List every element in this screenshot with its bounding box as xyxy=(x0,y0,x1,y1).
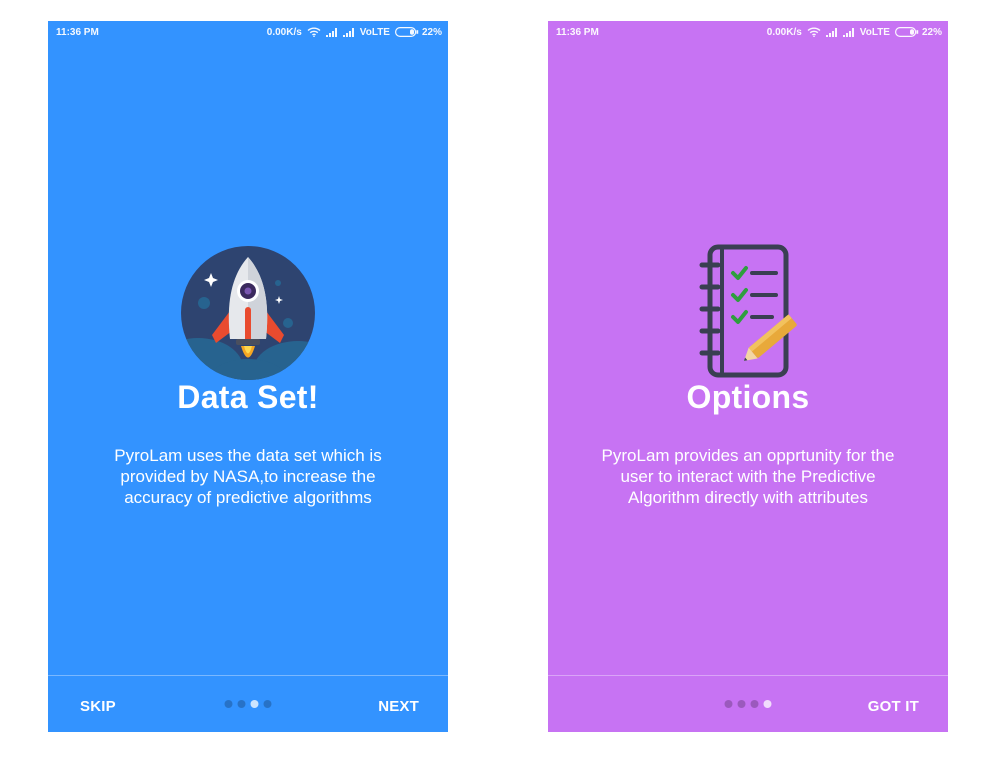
network-speed: 0.00K/s xyxy=(766,26,802,38)
slide-description: PyroLam uses the data set which is provi… xyxy=(114,446,382,507)
next-button[interactable]: NEXT xyxy=(378,698,419,715)
slide-title: Options xyxy=(686,379,810,415)
onboarding-screen-options: 11:36 PM 0.00K/s VoLTE 22% Options PyroL… xyxy=(548,21,948,732)
wifi-icon xyxy=(307,27,321,37)
page-dot-1[interactable] xyxy=(224,700,233,708)
signal-icon xyxy=(825,27,838,37)
bottom-navigation-bar: GOT IT xyxy=(548,676,948,732)
skip-button[interactable]: SKIP xyxy=(80,698,116,715)
status-bar: 11:36 PM 0.00K/s VoLTE 22% xyxy=(48,21,448,43)
got-it-button[interactable]: GOT IT xyxy=(868,698,919,715)
page-dot-2[interactable] xyxy=(737,700,746,708)
status-time: 11:36 PM xyxy=(56,26,99,38)
page-dot-3[interactable] xyxy=(250,700,259,708)
battery-icon xyxy=(394,27,419,37)
slide-description: PyroLam provides an opprtunity for the u… xyxy=(601,446,895,507)
battery-level: 22% xyxy=(421,26,442,38)
page-indicator xyxy=(724,700,772,708)
page-dot-3[interactable] xyxy=(750,700,759,708)
battery-icon xyxy=(894,27,919,37)
network-type: VoLTE xyxy=(359,26,390,38)
wifi-icon xyxy=(807,27,821,37)
status-bar: 11:36 PM 0.00K/s VoLTE 22% xyxy=(548,21,948,43)
onboarding-screen-data-set: 11:36 PM 0.00K/s VoLTE 22% Data Set! Pyr… xyxy=(48,21,448,732)
page-dot-2[interactable] xyxy=(237,700,246,708)
signal-icon xyxy=(325,27,338,37)
page-dot-4[interactable] xyxy=(763,700,772,708)
signal-icon-2 xyxy=(342,27,355,37)
page-dot-1[interactable] xyxy=(724,700,733,708)
bottom-navigation-bar: SKIP NEXT xyxy=(48,676,448,732)
notebook-checklist-icon xyxy=(678,243,818,383)
battery-level: 22% xyxy=(921,26,942,38)
slide-title: Data Set! xyxy=(177,379,319,415)
page-dot-4[interactable] xyxy=(263,700,272,708)
page-indicator xyxy=(224,700,272,708)
rocket-icon xyxy=(178,243,318,383)
network-speed: 0.00K/s xyxy=(266,26,302,38)
status-time: 11:36 PM xyxy=(556,26,599,38)
network-type: VoLTE xyxy=(859,26,890,38)
signal-icon-2 xyxy=(842,27,855,37)
